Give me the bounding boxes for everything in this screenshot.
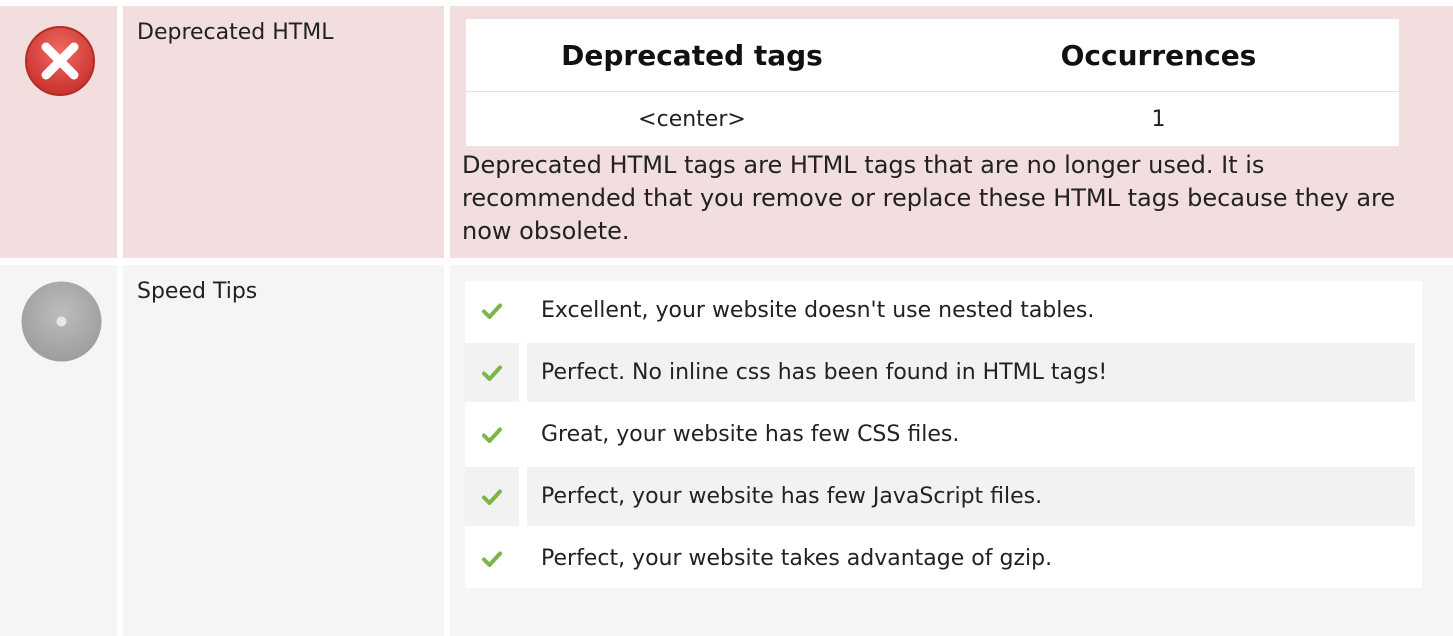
speed-tip-text: Perfect, your website takes advantage of…: [541, 546, 1053, 571]
list-item: Perfect, your website has few JavaScript…: [465, 467, 1422, 526]
speed-tip-text: Perfect, your website has few JavaScript…: [527, 467, 1415, 526]
table-row: <center> 1: [466, 91, 1399, 146]
list-item: Perfect. No inline css has been found in…: [465, 343, 1422, 402]
error-x-icon: [25, 26, 95, 96]
speed-tips-label-cell: Speed Tips: [123, 265, 444, 636]
speed-tips-content-cell: Excellent, your website doesn't use nest…: [450, 265, 1453, 636]
speed-tips-label: Speed Tips: [137, 279, 258, 304]
check-icon: [482, 365, 502, 381]
list-item: Perfect, your website takes advantage of…: [465, 529, 1422, 588]
deprecated-html-content-cell: Deprecated tags Occurrences <center> 1 D…: [450, 6, 1453, 258]
check-icon: [482, 427, 502, 443]
speed-tip-text: Excellent, your website doesn't use nest…: [541, 298, 1095, 323]
deprecated-html-label: Deprecated HTML: [137, 20, 334, 45]
list-item: Excellent, your website doesn't use nest…: [465, 281, 1422, 340]
check-icon: [482, 489, 502, 505]
neutral-circle-icon: [21, 281, 102, 362]
deprecated-tag-cell: <center>: [638, 106, 746, 132]
column-header-deprecated-tags: Deprecated tags: [561, 38, 823, 72]
column-header-occurrences: Occurrences: [1060, 38, 1257, 72]
deprecated-html-label-cell: Deprecated HTML: [123, 6, 444, 258]
deprecated-tags-table-header: Deprecated tags Occurrences: [466, 19, 1399, 91]
speed-tips-list: Excellent, your website doesn't use nest…: [465, 281, 1422, 588]
list-item: Great, your website has few CSS files.: [465, 405, 1422, 464]
deprecated-tags-table: Deprecated tags Occurrences <center> 1: [466, 19, 1399, 146]
speed-tip-text: Perfect. No inline css has been found in…: [527, 343, 1415, 402]
occurrences-cell: 1: [1151, 106, 1166, 132]
deprecated-html-description: Deprecated HTML tags are HTML tags that …: [462, 151, 1396, 245]
analysis-report: Deprecated HTML Deprecated tags Occurren…: [0, 0, 1453, 636]
check-icon: [482, 303, 502, 319]
check-icon: [482, 551, 502, 567]
speed-tip-text: Great, your website has few CSS files.: [541, 422, 960, 447]
